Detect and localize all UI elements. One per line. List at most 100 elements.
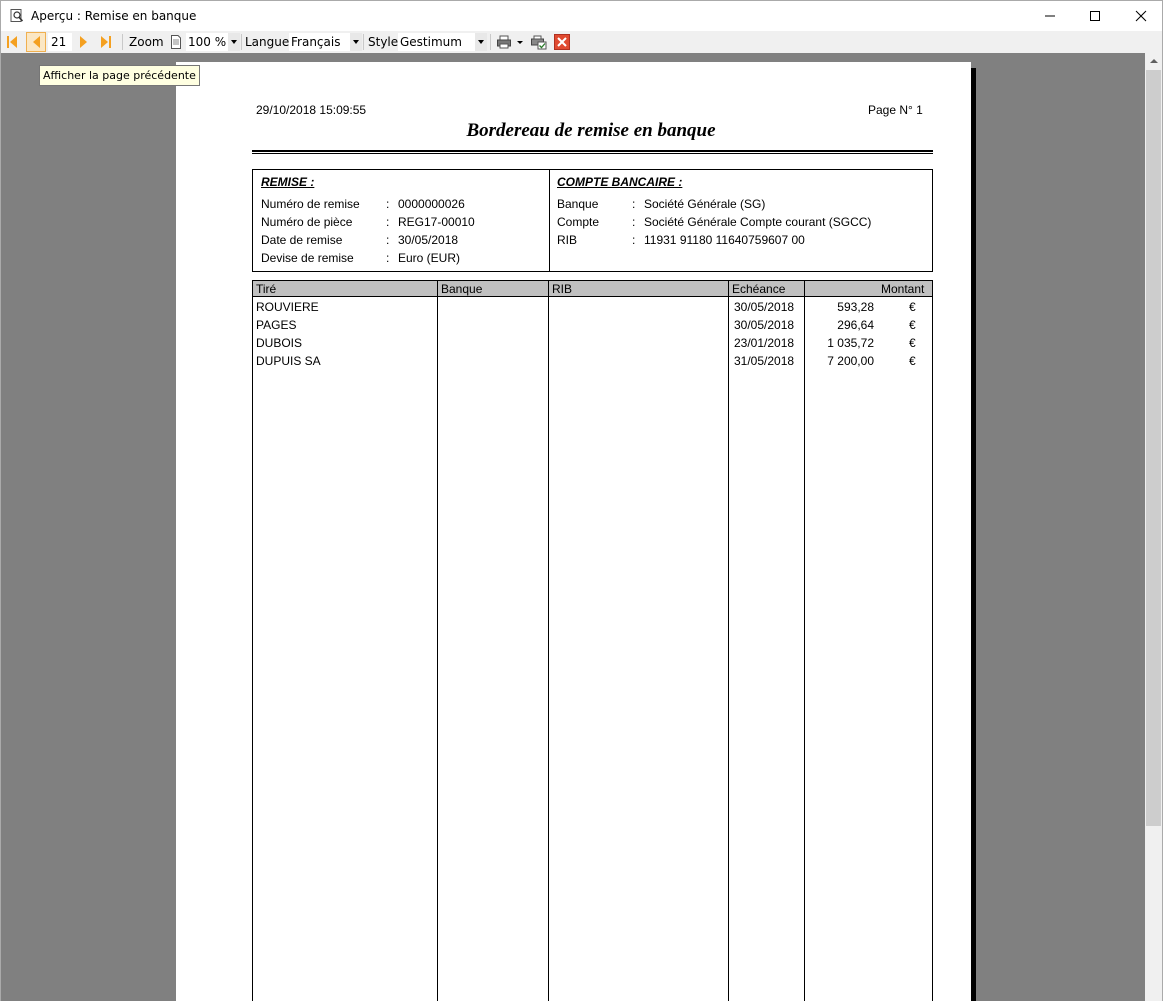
column-divider — [548, 280, 549, 1001]
remise-sep: : — [386, 251, 390, 265]
remise-label: Date de remise — [261, 233, 343, 247]
last-page-button[interactable] — [99, 31, 113, 53]
minimize-button[interactable] — [1027, 1, 1073, 31]
language-value: Français — [291, 35, 341, 49]
column-header-montant: Montant — [881, 282, 925, 296]
remise-heading: REMISE : — [261, 175, 315, 189]
compte-value: Société Générale (SG) — [644, 197, 766, 211]
close-preview-button[interactable] — [554, 31, 570, 53]
preview-icon — [10, 9, 24, 22]
print-options-dropdown[interactable] — [516, 31, 524, 53]
column-divider — [437, 280, 438, 1001]
zoom-label: Zoom — [129, 35, 164, 49]
compte-heading: COMPTE BANCAIRE : — [557, 175, 683, 189]
remise-label: Numéro de pièce — [261, 215, 353, 229]
cell-echeance: 23/01/2018 — [734, 336, 795, 350]
cell-tire: DUPUIS SA — [256, 354, 321, 368]
remise-value: Euro (EUR) — [398, 251, 461, 265]
print-button[interactable] — [496, 31, 512, 53]
column-divider — [804, 280, 805, 1001]
cell-currency: € — [909, 318, 916, 332]
compte-sep: : — [632, 215, 636, 229]
chevron-down-icon — [517, 41, 523, 44]
column-divider — [728, 280, 729, 1001]
column-header-echeance: Echéance — [732, 282, 786, 296]
next-page-button[interactable] — [77, 31, 89, 53]
chevron-down-icon — [228, 33, 240, 51]
page-fit-button[interactable] — [170, 31, 182, 53]
toolbar-separator — [490, 34, 491, 50]
style-label: Style — [368, 35, 399, 49]
minimize-icon — [1045, 15, 1055, 17]
close-icon — [1135, 10, 1147, 22]
document-page: 29/10/2018 15:09:55 Page N° 1 Bordereau … — [176, 62, 971, 1001]
first-page-icon — [7, 36, 17, 48]
remise-value: 0000000026 — [398, 197, 465, 211]
compte-value: 11931 91180 11640759607 00 — [644, 233, 805, 247]
cell-currency: € — [909, 336, 916, 350]
preview-area[interactable]: 29/10/2018 15:09:55 Page N° 1 Bordereau … — [0, 53, 1145, 1001]
toolbar-separator — [241, 34, 242, 50]
printer-icon — [497, 35, 511, 49]
vertical-scrollbar[interactable] — [1145, 53, 1163, 1001]
compte-label: Compte — [557, 215, 600, 229]
cell-montant: 593,28 — [837, 300, 874, 314]
cell-tire: PAGES — [256, 318, 297, 332]
style-value: Gestimum — [400, 35, 462, 49]
maximize-button[interactable] — [1072, 1, 1118, 31]
remise-sep: : — [386, 233, 390, 247]
chevron-down-icon — [350, 33, 362, 51]
column-header-rib: RIB — [552, 282, 573, 296]
page-number-input[interactable]: 21 — [48, 33, 72, 51]
remise-sep: : — [386, 215, 390, 229]
remise-label: Devise de remise — [261, 251, 354, 265]
table-header: Tiré Banque RIB Echéance Montant — [252, 280, 933, 297]
style-select[interactable]: Gestimum — [398, 33, 487, 51]
table-body — [252, 296, 933, 1001]
scroll-up-button[interactable] — [1145, 53, 1162, 70]
cell-montant: 7 200,00 — [827, 354, 874, 368]
remise-value: 30/05/2018 — [398, 233, 459, 247]
compte-sep: : — [632, 233, 636, 247]
previous-page-button[interactable] — [26, 32, 46, 52]
cell-echeance: 30/05/2018 — [734, 300, 795, 314]
cell-tire: ROUVIERE — [256, 300, 319, 314]
language-select[interactable]: Français — [289, 33, 362, 51]
preview-toolbar: 21 Zoom 100 % Langue Français Style Gest… — [0, 31, 1163, 53]
remise-label: Numéro de remise — [261, 197, 360, 211]
cell-echeance: 30/05/2018 — [734, 318, 795, 332]
title-bar: Aperçu : Remise en banque — [0, 0, 1163, 31]
cell-currency: € — [909, 354, 916, 368]
remise-value: REG17-00010 — [398, 215, 475, 229]
zoom-value: 100 % — [188, 35, 227, 49]
cell-echeance: 31/05/2018 — [734, 354, 795, 368]
scroll-thumb[interactable] — [1146, 70, 1161, 826]
compte-value: Société Générale Compte courant (SGCC) — [644, 215, 872, 229]
column-header-banque: Banque — [441, 282, 483, 296]
next-page-icon — [80, 36, 87, 48]
column-header-tire: Tiré — [256, 282, 277, 296]
tooltip: Afficher la page précédente — [39, 65, 200, 86]
remise-sep: : — [386, 197, 390, 211]
cell-montant: 296,64 — [837, 318, 874, 332]
close-window-button[interactable] — [1118, 1, 1163, 31]
print-setup-icon — [531, 35, 547, 50]
print-setup-button[interactable] — [530, 31, 548, 53]
chevron-down-icon — [475, 33, 487, 51]
maximize-icon — [1090, 11, 1100, 21]
compte-sep: : — [632, 197, 636, 211]
first-page-button[interactable] — [5, 31, 19, 53]
box-divider — [549, 169, 550, 272]
page-icon — [171, 35, 181, 49]
zoom-select[interactable]: 100 % — [186, 33, 240, 51]
last-page-icon — [101, 36, 111, 48]
previous-page-icon — [33, 36, 40, 48]
cell-currency: € — [909, 300, 916, 314]
cell-tire: DUBOIS — [256, 336, 303, 350]
print-datetime: 29/10/2018 15:09:55 — [256, 103, 367, 117]
window-title: Aperçu : Remise en banque — [31, 9, 197, 23]
title-divider — [252, 150, 933, 154]
toolbar-separator — [122, 34, 123, 50]
compte-label: RIB — [557, 233, 578, 247]
compte-label: Banque — [557, 197, 599, 211]
